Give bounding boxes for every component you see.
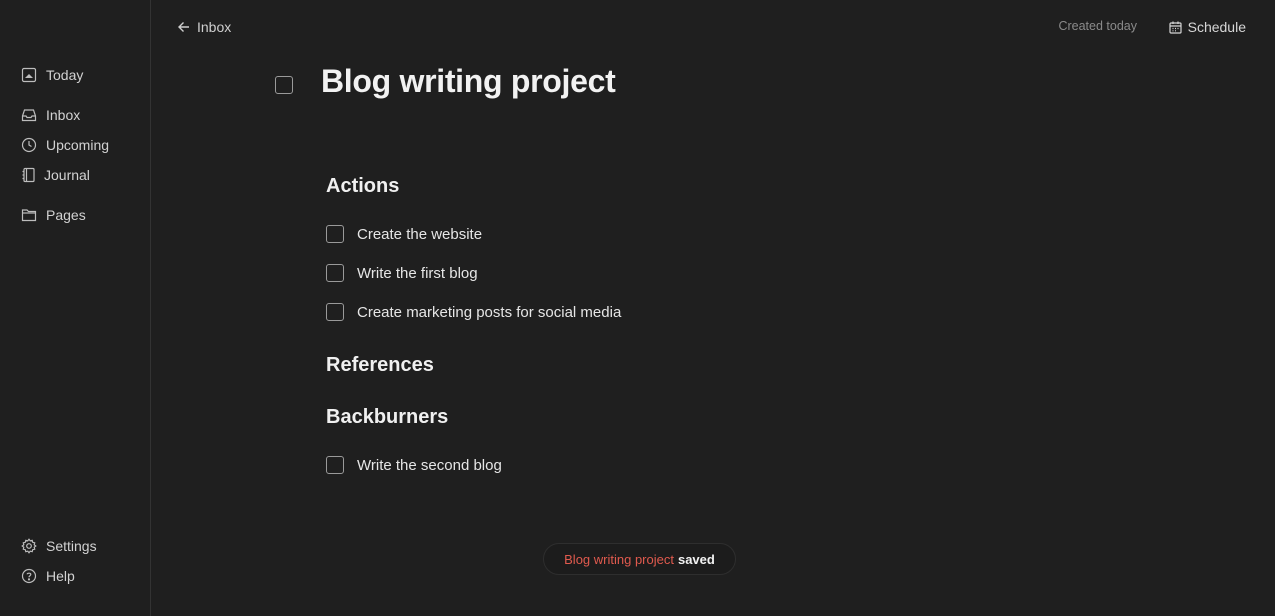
sidebar-item-label: Inbox xyxy=(46,107,81,123)
sidebar: Today Inbox Upcoming Journal Pages Setti… xyxy=(0,0,151,616)
sidebar-item-label: Journal xyxy=(44,167,90,183)
section-heading-actions[interactable]: Actions xyxy=(326,175,399,198)
journal-icon xyxy=(21,167,37,183)
sidebar-item-journal[interactable]: Journal xyxy=(21,165,90,185)
task-label[interactable]: Write the second blog xyxy=(357,457,502,474)
task-item[interactable]: Write the first blog xyxy=(326,264,478,282)
help-icon xyxy=(21,568,37,584)
task-item[interactable]: Write the second blog xyxy=(326,456,502,474)
task-checkbox[interactable] xyxy=(326,225,344,243)
task-checkbox[interactable] xyxy=(326,456,344,474)
clock-icon xyxy=(21,137,37,153)
sidebar-item-settings[interactable]: Settings xyxy=(21,536,97,556)
task-checkbox[interactable] xyxy=(326,303,344,321)
created-date: Created today xyxy=(1058,19,1137,33)
back-link-label: Inbox xyxy=(197,19,232,35)
sidebar-item-help[interactable]: Help xyxy=(21,566,75,586)
folder-icon xyxy=(21,207,37,223)
task-item[interactable]: Create marketing posts for social media xyxy=(326,303,621,321)
task-label[interactable]: Create the website xyxy=(357,226,482,243)
toast-status: saved xyxy=(677,551,715,567)
sidebar-item-label: Settings xyxy=(46,538,97,554)
project-complete-checkbox[interactable] xyxy=(275,76,293,94)
saved-toast: Blog writing project saved xyxy=(543,543,736,575)
sidebar-item-label: Today xyxy=(46,67,84,83)
sidebar-item-upcoming[interactable]: Upcoming xyxy=(21,135,109,155)
sidebar-item-today[interactable]: Today xyxy=(21,65,83,85)
schedule-button[interactable]: Schedule xyxy=(1169,17,1246,37)
task-item[interactable]: Create the website xyxy=(326,225,482,243)
today-icon xyxy=(21,67,37,83)
inbox-icon xyxy=(21,107,37,123)
task-label[interactable]: Create marketing posts for social media xyxy=(357,304,621,321)
sidebar-item-pages[interactable]: Pages xyxy=(21,205,86,225)
task-label[interactable]: Write the first blog xyxy=(357,265,478,282)
toast-item-name: Blog writing project xyxy=(564,551,674,567)
section-heading-backburners[interactable]: Backburners xyxy=(326,406,448,429)
gear-icon xyxy=(21,538,37,554)
task-checkbox[interactable] xyxy=(326,264,344,282)
sidebar-item-label: Pages xyxy=(46,207,86,223)
sidebar-item-label: Upcoming xyxy=(46,137,110,153)
sidebar-item-inbox[interactable]: Inbox xyxy=(21,105,80,125)
page-title[interactable]: Blog writing project xyxy=(321,63,616,100)
back-to-inbox-link[interactable]: Inbox xyxy=(177,17,231,37)
sidebar-item-label: Help xyxy=(46,568,75,584)
calendar-icon xyxy=(1169,21,1182,34)
arrow-left-icon xyxy=(177,20,191,34)
schedule-label: Schedule xyxy=(1187,19,1246,35)
section-heading-references[interactable]: References xyxy=(326,354,434,377)
